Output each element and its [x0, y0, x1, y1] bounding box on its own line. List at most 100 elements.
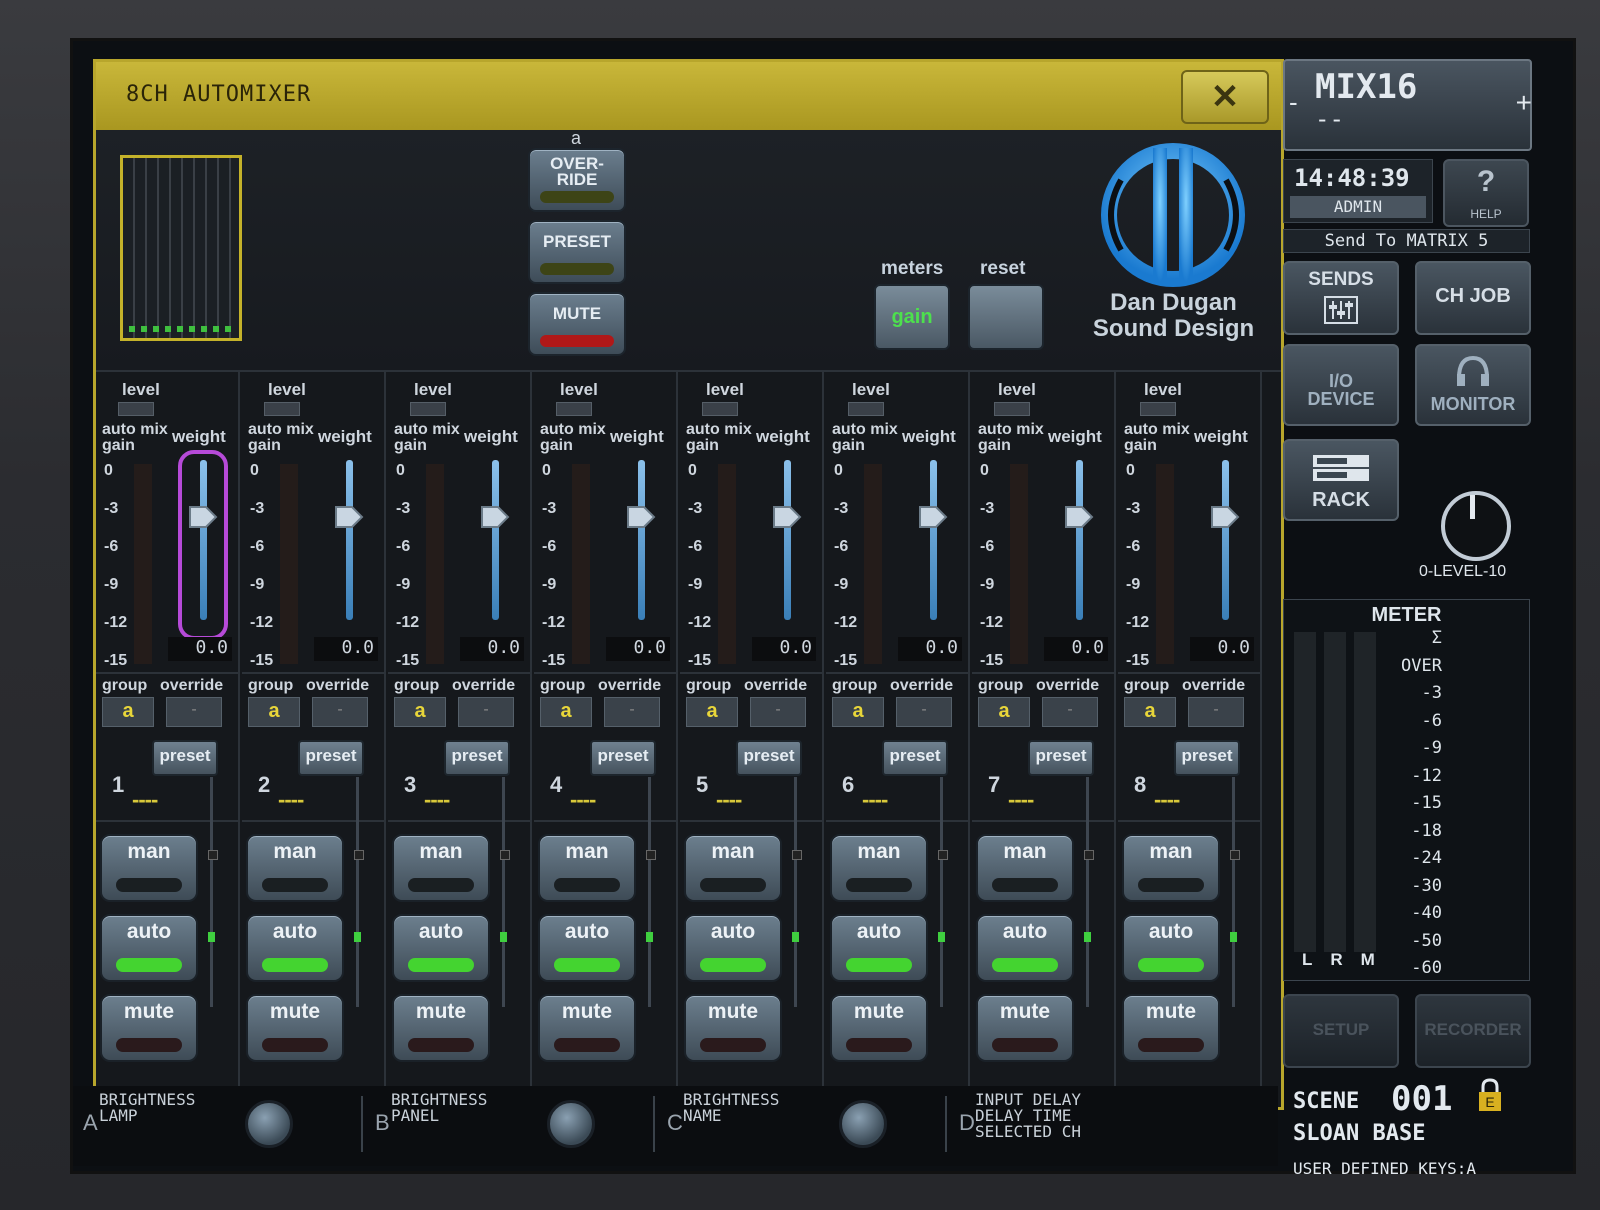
- man-button[interactable]: man: [830, 834, 928, 902]
- man-button[interactable]: man: [246, 834, 344, 902]
- man-button[interactable]: man: [538, 834, 636, 902]
- encoder-knob-icon[interactable]: [245, 1100, 293, 1148]
- encoder-knob-icon[interactable]: [839, 1100, 887, 1148]
- override-select[interactable]: -: [166, 697, 222, 727]
- reset-button[interactable]: [968, 284, 1044, 350]
- encoder-d[interactable]: D INPUT DELAY DELAY TIME SELECTED CH: [945, 1092, 1239, 1162]
- group-select[interactable]: a: [978, 697, 1030, 727]
- auto-button[interactable]: auto: [538, 914, 636, 982]
- weight-fader[interactable]: [626, 460, 656, 630]
- auto-lamp: [846, 958, 912, 972]
- preset-button[interactable]: PRESET: [528, 220, 626, 284]
- preset-button[interactable]: preset: [590, 740, 656, 776]
- man-button[interactable]: man: [1122, 834, 1220, 902]
- group-select[interactable]: a: [1124, 697, 1176, 727]
- weight-fader[interactable]: [918, 460, 948, 630]
- fader-knob-icon: [481, 506, 510, 528]
- man-label: man: [857, 840, 901, 863]
- mute-button[interactable]: mute: [830, 994, 928, 1062]
- mix-prev-button[interactable]: -: [1289, 87, 1298, 118]
- man-button[interactable]: man: [684, 834, 782, 902]
- group-select[interactable]: a: [540, 697, 592, 727]
- mute-button[interactable]: mute: [538, 994, 636, 1062]
- man-button[interactable]: man: [976, 834, 1074, 902]
- channel-name: ----: [862, 787, 888, 812]
- auto-button[interactable]: auto: [976, 914, 1074, 982]
- group-select[interactable]: a: [686, 697, 738, 727]
- man-button[interactable]: man: [100, 834, 198, 902]
- close-button[interactable]: ✕: [1181, 70, 1269, 124]
- mute-button[interactable]: mute: [392, 994, 490, 1062]
- weight-fader[interactable]: [480, 460, 510, 630]
- auto-button[interactable]: auto: [100, 914, 198, 982]
- preset-button[interactable]: preset: [1028, 740, 1094, 776]
- channel-strips: level auto mix gain weight 0 -3 -6 -9 -12 -15…: [96, 372, 1281, 1102]
- override-select[interactable]: -: [1188, 697, 1244, 727]
- sends-button[interactable]: SENDS: [1283, 261, 1399, 335]
- auto-label: auto: [710, 920, 756, 943]
- auto-button[interactable]: auto: [1122, 914, 1220, 982]
- mute-button[interactable]: mute: [684, 994, 782, 1062]
- ch-job-button[interactable]: CH JOB: [1415, 261, 1531, 335]
- preset-button[interactable]: preset: [736, 740, 802, 776]
- mute-button[interactable]: mute: [1122, 994, 1220, 1062]
- override-select[interactable]: -: [312, 697, 368, 727]
- user-name[interactable]: ADMIN: [1290, 196, 1426, 218]
- override-select[interactable]: -: [458, 697, 514, 727]
- mix-next-button[interactable]: +: [1516, 87, 1532, 119]
- auto-button[interactable]: auto: [684, 914, 782, 982]
- auto-button[interactable]: auto: [830, 914, 928, 982]
- override-button[interactable]: OVER- RIDE: [528, 148, 626, 212]
- level-knob[interactable]: 0-LEVEL-10: [1415, 479, 1527, 589]
- preset-button[interactable]: preset: [298, 740, 364, 776]
- weight-fader[interactable]: [1064, 460, 1094, 630]
- override-select[interactable]: -: [1042, 697, 1098, 727]
- group-select[interactable]: a: [248, 697, 300, 727]
- user-defined-keys: USER DEFINED KEYS:A: [1293, 1159, 1477, 1178]
- encoder-knob-icon[interactable]: [547, 1100, 595, 1148]
- weight-fader[interactable]: [334, 460, 364, 630]
- man-lamp: [554, 878, 620, 892]
- preset-button[interactable]: preset: [882, 740, 948, 776]
- io-device-button[interactable]: I/O DEVICE: [1283, 344, 1399, 426]
- group-select[interactable]: a: [832, 697, 884, 727]
- group-select[interactable]: a: [102, 697, 154, 727]
- mute-button[interactable]: mute: [976, 994, 1074, 1062]
- scale-tick: -15: [834, 652, 858, 669]
- weight-fader[interactable]: [178, 450, 228, 640]
- channel-name: ----: [716, 787, 742, 812]
- preset-button[interactable]: preset: [152, 740, 218, 776]
- meter-scale-tick: -24: [1411, 848, 1442, 868]
- preset-button[interactable]: preset: [1174, 740, 1240, 776]
- weight-fader[interactable]: [1210, 460, 1240, 630]
- auto-button[interactable]: auto: [392, 914, 490, 982]
- setup-button[interactable]: SETUP: [1283, 994, 1399, 1068]
- mix-selector[interactable]: - MIX16 -- +: [1283, 59, 1532, 151]
- meters-gain-button[interactable]: gain: [874, 284, 950, 350]
- mute-button[interactable]: MUTE: [528, 292, 626, 356]
- mute-button[interactable]: mute: [246, 994, 344, 1062]
- help-button[interactable]: ? HELP: [1443, 159, 1529, 227]
- gain-meter: [426, 464, 444, 664]
- encoder-a[interactable]: A BRIGHTNESS LAMP: [83, 1092, 363, 1162]
- mute-lamp: [846, 1038, 912, 1052]
- meter-panel[interactable]: METER Σ OVER -3 -6 -9 -12 -15 -18 -24 -30 -40 -50 -6…: [1283, 599, 1530, 981]
- override-select[interactable]: -: [604, 697, 660, 727]
- recorder-button[interactable]: RECORDER: [1415, 994, 1531, 1068]
- divider: [242, 672, 384, 674]
- man-button[interactable]: man: [392, 834, 490, 902]
- override-select[interactable]: -: [750, 697, 806, 727]
- encoder-b[interactable]: B BRIGHTNESS PANEL: [361, 1092, 655, 1162]
- weight-fader[interactable]: [772, 460, 802, 630]
- scene-panel[interactable]: SCENE 001 E SLOAN BASE USER DEFINED KEYS…: [1283, 1071, 1528, 1178]
- monitor-button[interactable]: MONITOR: [1415, 344, 1531, 426]
- rack-button[interactable]: RACK: [1283, 439, 1399, 521]
- override-select[interactable]: -: [896, 697, 952, 727]
- level-label: level: [268, 380, 306, 399]
- preset-button[interactable]: preset: [444, 740, 510, 776]
- fader-knob-icon: [627, 506, 656, 528]
- mute-button[interactable]: mute: [100, 994, 198, 1062]
- encoder-c[interactable]: C BRIGHTNESS NAME: [653, 1092, 947, 1162]
- group-select[interactable]: a: [394, 697, 446, 727]
- auto-button[interactable]: auto: [246, 914, 344, 982]
